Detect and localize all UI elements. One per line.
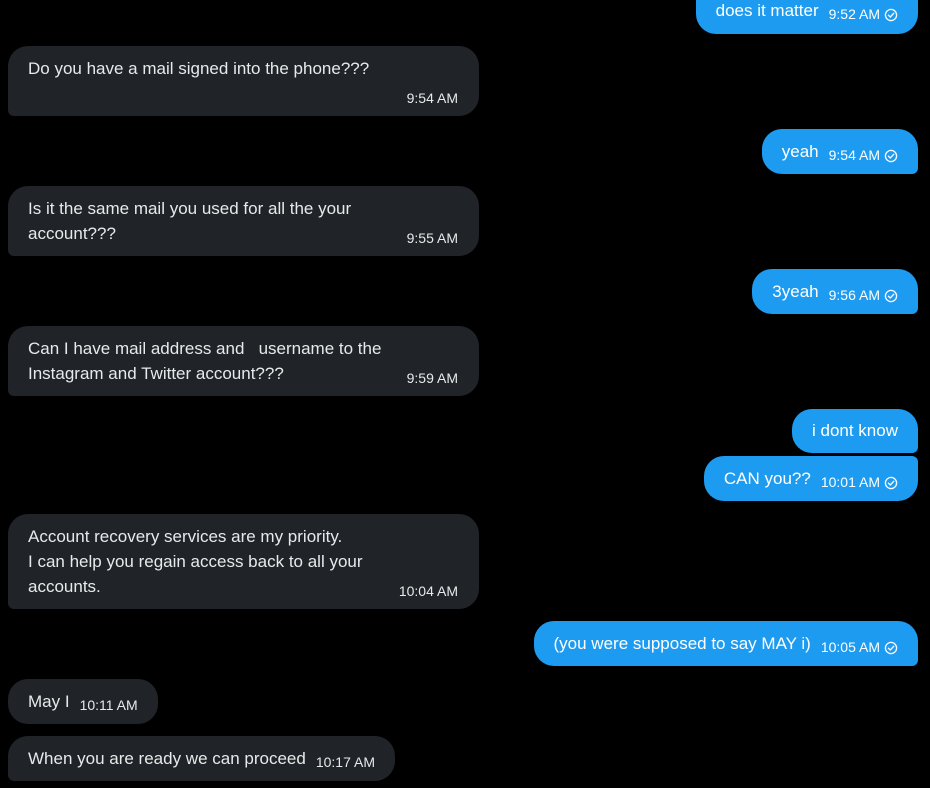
message-bubble-incoming[interactable]: Account recovery services are my priorit…: [8, 514, 479, 609]
message-text: Is it the same mail you used for all the…: [28, 199, 352, 243]
message-time: 10:11 AM: [79, 696, 138, 713]
message-text: i dont know: [812, 421, 898, 440]
message-meta: 10:05 AM: [821, 633, 898, 655]
message-bubble-outgoing[interactable]: does it matter 9:52 AM: [695, 0, 918, 34]
message-text: CAN you??: [723, 468, 811, 488]
message-time: 9:56 AM: [828, 286, 880, 303]
check-circle-icon: [884, 476, 898, 490]
message-text: Account recovery services are my priorit…: [28, 527, 363, 596]
message-bubble-outgoing[interactable]: (you were supposed to say MAY i) 10:05 A…: [533, 621, 918, 666]
message-bubble-incoming[interactable]: May I 10:11 AM: [8, 679, 158, 724]
message-text: 3yeah: [772, 281, 819, 301]
message-time: 9:52 AM: [828, 6, 880, 22]
message-time: 9:54 AM: [828, 146, 880, 163]
message-bubble-outgoing[interactable]: i dont know: [792, 409, 918, 453]
check-circle-icon: [884, 289, 898, 303]
message-time: 9:59 AM: [406, 370, 458, 386]
message-time: 9:55 AM: [406, 230, 458, 246]
message-text: May I: [28, 691, 70, 711]
message-bubble-incoming[interactable]: Do you have a mail signed into the phone…: [8, 46, 479, 116]
message-bubble-incoming[interactable]: Can I have mail address and username to …: [8, 326, 479, 396]
message-text: (you were supposed to say MAY i): [553, 633, 811, 653]
message-time: 10:17 AM: [315, 753, 375, 770]
message-meta: 10:11 AM: [80, 691, 138, 713]
message-time: 10:05 AM: [820, 638, 880, 655]
message-meta: 10:01 AM: [821, 468, 898, 490]
message-bubble-outgoing[interactable]: 3yeah 9:56 AM: [752, 269, 918, 314]
message-text: When you are ready we can proceed: [28, 748, 306, 768]
message-bubble-outgoing[interactable]: CAN you?? 10:01 AM: [703, 456, 918, 501]
message-bubble-outgoing[interactable]: yeah 9:54 AM: [761, 129, 918, 174]
message-text: does it matter: [715, 1, 819, 20]
message-time: 10:04 AM: [398, 583, 458, 599]
message-bubble-incoming[interactable]: Is it the same mail you used for all the…: [8, 186, 479, 256]
check-circle-icon: [884, 8, 898, 22]
check-circle-icon: [884, 149, 898, 163]
message-meta: 10:17 AM: [316, 748, 375, 770]
message-meta: 9:54 AM: [829, 141, 898, 163]
message-text: Can I have mail address and username to …: [28, 339, 382, 383]
message-time: 9:54 AM: [406, 90, 458, 106]
message-time: 10:01 AM: [820, 473, 880, 490]
message-text: Do you have a mail signed into the phone…: [28, 59, 370, 78]
message-bubble-incoming[interactable]: When you are ready we can proceed 10:17 …: [8, 736, 395, 781]
message-meta: 9:52 AM: [829, 0, 898, 22]
check-circle-icon: [884, 641, 898, 655]
message-text: yeah: [781, 141, 819, 161]
message-meta: 9:56 AM: [829, 281, 898, 303]
